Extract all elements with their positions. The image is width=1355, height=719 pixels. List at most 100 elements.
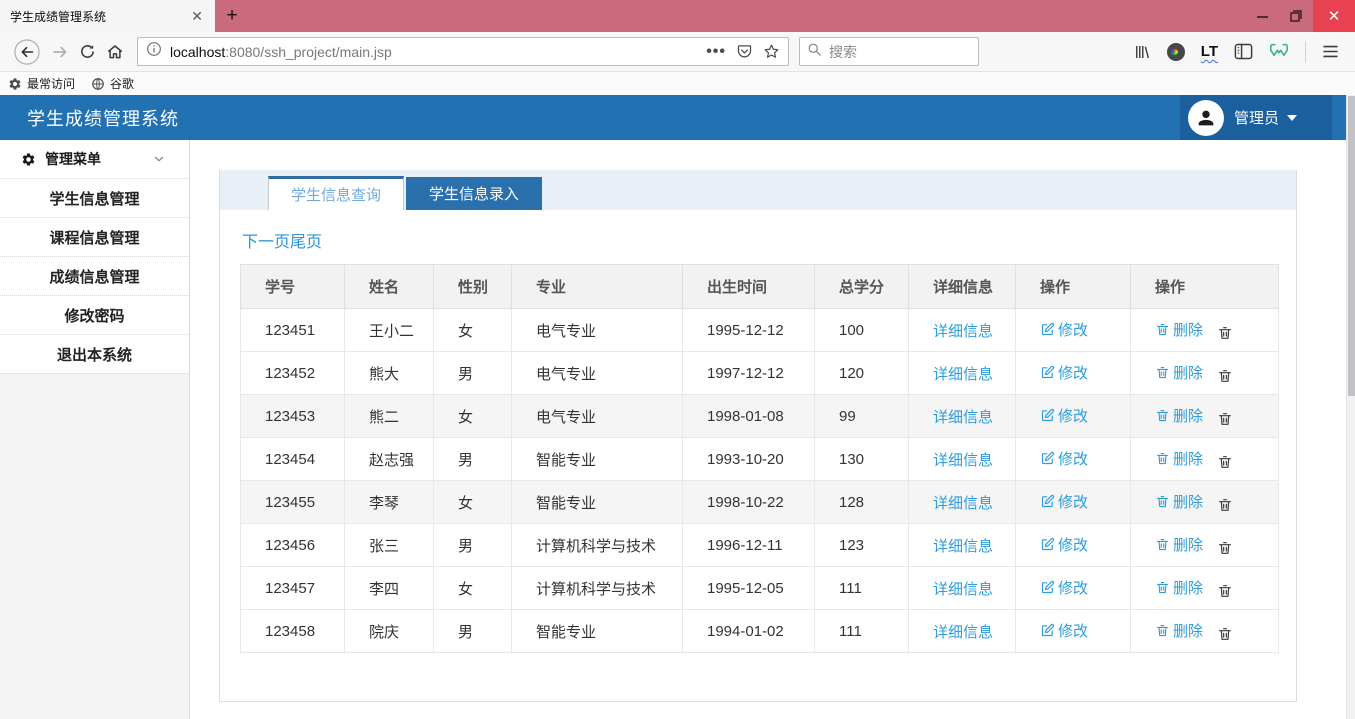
- home-icon[interactable]: [106, 43, 124, 61]
- edit-link[interactable]: 修改: [1040, 405, 1088, 426]
- trash-icon: [1155, 623, 1170, 638]
- pocket-icon[interactable]: [736, 43, 753, 60]
- detail-link[interactable]: 详细信息: [933, 621, 993, 642]
- delete-link[interactable]: 删除: [1155, 620, 1203, 641]
- trash-icon: [1155, 408, 1170, 423]
- edit-link[interactable]: 修改: [1040, 319, 1088, 340]
- detail-link[interactable]: 详细信息: [933, 406, 993, 427]
- library-icon[interactable]: [1133, 43, 1151, 61]
- trash-button-icon[interactable]: [1217, 325, 1233, 341]
- cell-id: 123458: [241, 610, 345, 653]
- delete-link[interactable]: 删除: [1155, 319, 1203, 340]
- languagetool-icon[interactable]: LT: [1201, 43, 1218, 60]
- trash-button-icon[interactable]: [1217, 497, 1233, 513]
- colorzilla-icon[interactable]: [1167, 43, 1185, 61]
- sidebar-item-course-info[interactable]: 课程信息管理: [0, 217, 189, 256]
- bookmark-most-visited[interactable]: 最常访问: [8, 75, 75, 92]
- toolbar-separator: [1305, 41, 1306, 63]
- cell-credits: 130: [815, 438, 909, 481]
- delete-link[interactable]: 删除: [1155, 362, 1203, 383]
- refresh-icon[interactable]: [79, 43, 96, 60]
- browser-navbar: localhost:8080/ssh_project/main.jsp ••• …: [0, 32, 1355, 72]
- delete-link[interactable]: 删除: [1155, 491, 1203, 512]
- sidebar-item-change-password[interactable]: 修改密码: [0, 295, 189, 334]
- sidebar-item-logout[interactable]: 退出本系统: [0, 334, 189, 373]
- edit-link[interactable]: 修改: [1040, 534, 1088, 555]
- restore-button[interactable]: [1279, 0, 1313, 32]
- bookmark-star-icon[interactable]: [763, 43, 780, 60]
- sidebar-item-student-info[interactable]: 学生信息管理: [0, 178, 189, 217]
- search-box[interactable]: [799, 37, 979, 66]
- menu-hamburger-icon[interactable]: [1322, 44, 1339, 59]
- col-op-delete: 操作: [1131, 265, 1279, 309]
- browser-tab[interactable]: 学生成绩管理系统 ✕: [0, 0, 215, 32]
- cell-major: 电气专业: [512, 309, 683, 352]
- delete-link[interactable]: 删除: [1155, 534, 1203, 555]
- table-row: 123457 李四 女 计算机科学与技术 1995-12-05 111 详细信息…: [241, 567, 1279, 610]
- last-page-link[interactable]: 尾页: [290, 234, 322, 251]
- detail-link[interactable]: 详细信息: [933, 449, 993, 470]
- scrollbar-thumb[interactable]: [1348, 96, 1355, 396]
- edit-link[interactable]: 修改: [1040, 577, 1088, 598]
- tab-student-query[interactable]: 学生信息查询: [268, 176, 404, 210]
- col-name: 姓名: [345, 265, 434, 309]
- trash-button-icon[interactable]: [1217, 368, 1233, 384]
- chevron-down-icon: [152, 152, 166, 166]
- tab-close-icon[interactable]: ✕: [187, 8, 207, 25]
- page-scrollbar[interactable]: [1346, 95, 1355, 719]
- site-info-icon[interactable]: [146, 41, 162, 62]
- cell-major: 智能专业: [512, 481, 683, 524]
- cell-birth: 1996-12-11: [683, 524, 815, 567]
- cell-credits: 128: [815, 481, 909, 524]
- delete-link[interactable]: 删除: [1155, 405, 1203, 426]
- delete-link[interactable]: 删除: [1155, 577, 1203, 598]
- detail-link[interactable]: 详细信息: [933, 492, 993, 513]
- trash-button-icon[interactable]: [1217, 454, 1233, 470]
- delete-link[interactable]: 删除: [1155, 448, 1203, 469]
- detail-link[interactable]: 详细信息: [933, 535, 993, 556]
- close-button[interactable]: ✕: [1313, 0, 1355, 32]
- detail-link[interactable]: 详细信息: [933, 363, 993, 384]
- cell-gender: 男: [434, 352, 512, 395]
- detail-link[interactable]: 详细信息: [933, 578, 993, 599]
- trash-button-icon[interactable]: [1217, 540, 1233, 556]
- minimize-button[interactable]: [1245, 0, 1279, 32]
- sidebar-toggle-icon[interactable]: [1234, 43, 1253, 60]
- edit-link[interactable]: 修改: [1040, 448, 1088, 469]
- cell-id: 123457: [241, 567, 345, 610]
- bookmarks-bar: 最常访问 谷歌: [0, 72, 1355, 95]
- trash-button-icon[interactable]: [1217, 583, 1233, 599]
- sidebar-item-score-info[interactable]: 成绩信息管理: [0, 256, 189, 295]
- col-credits: 总学分: [815, 265, 909, 309]
- forward-icon[interactable]: [51, 43, 69, 61]
- table-row: 123454 赵志强 男 智能专业 1993-10-20 130 详细信息 修改…: [241, 438, 1279, 481]
- url-bar[interactable]: localhost:8080/ssh_project/main.jsp •••: [137, 37, 789, 66]
- trash-button-icon[interactable]: [1217, 626, 1233, 642]
- trash-icon: [1155, 494, 1170, 509]
- trash-button-icon[interactable]: [1217, 411, 1233, 427]
- new-tab-button[interactable]: +: [215, 0, 249, 32]
- app-header: 学生成绩管理系统 管理员: [0, 95, 1355, 140]
- cell-id: 123451: [241, 309, 345, 352]
- page-actions-icon[interactable]: •••: [706, 43, 726, 61]
- browser-tab-title: 学生成绩管理系统: [10, 8, 187, 25]
- student-table: 学号 姓名 性别 专业 出生时间 总学分 详细信息 操作 操作: [240, 264, 1279, 653]
- wappalyzer-icon[interactable]: [1269, 43, 1289, 61]
- sidebar: 管理菜单 学生信息管理 课程信息管理 成绩信息管理 修改密码 退出本系统: [0, 140, 190, 719]
- edit-link[interactable]: 修改: [1040, 620, 1088, 641]
- tab-student-entry[interactable]: 学生信息录入: [406, 177, 542, 210]
- detail-link[interactable]: 详细信息: [933, 320, 993, 341]
- admin-label: 管理员: [1234, 107, 1279, 128]
- url-host: localhost: [170, 44, 225, 60]
- cell-name: 李琴: [345, 481, 434, 524]
- sidebar-menu-header[interactable]: 管理菜单: [0, 140, 189, 178]
- edit-link[interactable]: 修改: [1040, 491, 1088, 512]
- bookmark-google[interactable]: 谷歌: [91, 75, 134, 92]
- admin-menu[interactable]: 管理员: [1180, 95, 1332, 140]
- edit-link[interactable]: 修改: [1040, 362, 1088, 383]
- content-card: 学生信息查询 学生信息录入 下一页尾页 学号 姓名 性别: [219, 170, 1297, 702]
- back-icon[interactable]: [13, 38, 41, 66]
- edit-icon: [1040, 537, 1055, 552]
- search-input[interactable]: [829, 44, 959, 60]
- next-page-link[interactable]: 下一页: [242, 234, 290, 251]
